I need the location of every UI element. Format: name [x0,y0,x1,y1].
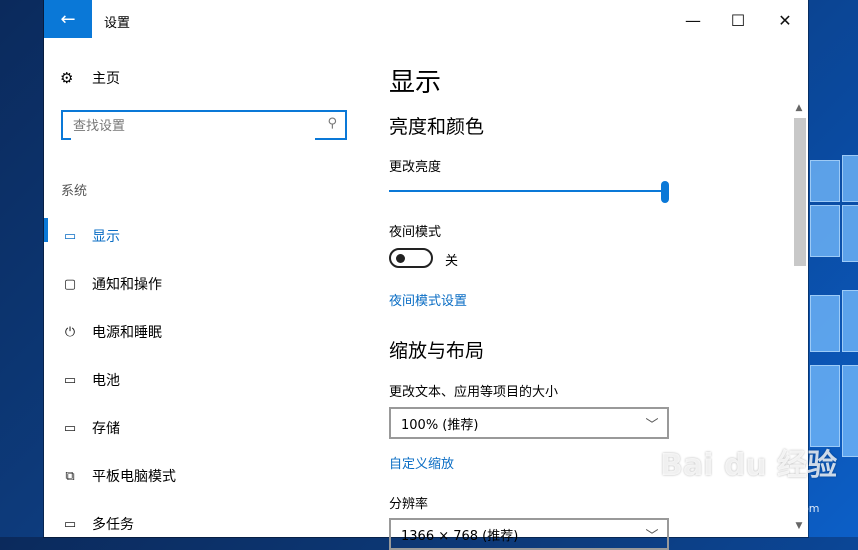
minimize-icon: — [685,10,701,30]
custom-scale-link[interactable]: 自定义缩放 [389,453,454,472]
window-title: 设置 [104,16,131,31]
back-arrow-icon: ← [60,8,76,30]
sidebar-item-label: 电源和睡眠 [92,325,162,341]
resolution-label: 分辨率 [389,497,429,512]
night-mode-settings-link[interactable]: 夜间模式设置 [389,290,467,309]
maximize-button[interactable]: ☐ [724,8,752,32]
multitask-icon: ▭ [63,516,77,532]
sidebar: ⚙ 主页 ⚲ 系统 ▭ 显示 ▢ 通知和操作 ⏻ 电源和睡眠 ▭ 电池 [44,42,364,537]
resolution-value: 1366 × 768 (推荐) [401,528,519,544]
sidebar-item-tablet-mode[interactable]: ⧉ 平板电脑模式 [44,452,364,500]
toggle-knob [396,254,405,263]
brightness-slider[interactable] [389,190,664,192]
page-title: 显示 [389,68,442,98]
brightness-slider-thumb[interactable] [661,181,669,203]
home-link[interactable]: ⚙ 主页 [60,68,120,88]
search-icon[interactable]: ⚲ [327,116,337,131]
sidebar-item-label: 多任务 [92,517,134,533]
night-mode-state: 关 [445,254,459,269]
sidebar-item-display[interactable]: ▭ 显示 [44,212,364,260]
monitor-icon: ▭ [63,228,77,244]
search-input[interactable] [71,112,315,140]
sidebar-item-label: 平板电脑模式 [92,469,176,485]
sidebar-item-power[interactable]: ⏻ 电源和睡眠 [44,308,364,356]
scroll-up-icon[interactable]: ▲ [791,100,807,116]
storage-icon: ▭ [63,420,77,436]
sidebar-nav: ▭ 显示 ▢ 通知和操作 ⏻ 电源和睡眠 ▭ 电池 ▭ 存储 ⧉ 平板电脑模式 [44,212,364,548]
close-icon: ✕ [778,10,792,30]
notification-icon: ▢ [63,276,77,292]
scale-value: 100% (推荐) [401,417,479,433]
back-button[interactable]: ← [44,0,92,38]
power-icon: ⏻ [64,324,76,340]
scale-section-heading: 缩放与布局 [389,340,485,362]
sidebar-item-label: 电池 [92,373,120,389]
scroll-thumb[interactable] [794,118,806,266]
scale-label: 更改文本、应用等项目的大小 [389,385,559,400]
close-button[interactable]: ✕ [771,8,799,32]
baidu-watermark: Bai du 经验 [660,448,838,483]
title-bar: ← 设置 — ☐ ✕ [44,0,808,42]
sidebar-item-storage[interactable]: ▭ 存储 [44,404,364,452]
sidebar-item-multitasking[interactable]: ▭ 多任务 [44,500,364,548]
tablet-icon: ⧉ [65,468,75,484]
sidebar-item-battery[interactable]: ▭ 电池 [44,356,364,404]
gear-icon: ⚙ [60,69,74,87]
chevron-down-icon: ﹀ [645,528,659,544]
scale-dropdown[interactable]: 100% (推荐) ﹀ [389,407,669,439]
home-label: 主页 [92,71,120,87]
section-label-system: 系统 [61,184,88,199]
night-mode-label: 夜间模式 [389,225,442,240]
chevron-down-icon: ﹀ [645,417,659,433]
resolution-dropdown[interactable]: 1366 × 768 (推荐) ﹀ [389,518,669,550]
night-mode-toggle[interactable] [389,248,433,268]
baidu-watermark-url: jingyan.baidu.com [718,502,820,515]
battery-icon: ▭ [63,372,77,388]
brightness-section-heading: 亮度和颜色 [389,116,485,138]
sidebar-item-label: 存储 [92,421,120,437]
sidebar-item-label: 显示 [92,229,120,245]
sidebar-item-notifications[interactable]: ▢ 通知和操作 [44,260,364,308]
minimize-button[interactable]: — [679,8,707,32]
search-box[interactable]: ⚲ [61,110,347,140]
brightness-label: 更改亮度 [389,160,442,175]
scroll-down-icon[interactable]: ▼ [791,518,807,534]
maximize-icon: ☐ [730,10,746,30]
sidebar-item-label: 通知和操作 [92,277,162,293]
